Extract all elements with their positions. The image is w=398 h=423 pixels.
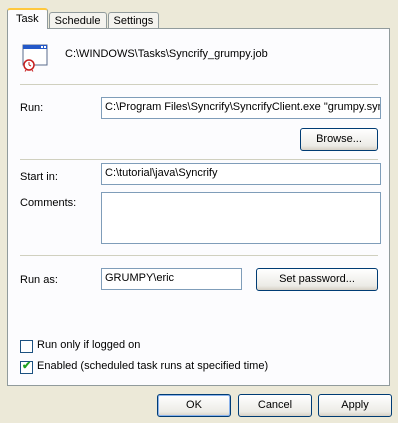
apply-button[interactable]: Apply	[318, 394, 392, 417]
start-in-input[interactable]: C:\tutorial\java\Syncrify	[101, 163, 381, 185]
tab-schedule[interactable]: Schedule	[48, 12, 107, 29]
tab-strip: Task Schedule Settings	[7, 8, 160, 29]
run-label: Run:	[20, 102, 44, 114]
cancel-button[interactable]: Cancel	[238, 394, 312, 417]
comments-label: Comments:	[20, 197, 77, 209]
ok-button[interactable]: OK	[157, 394, 231, 417]
browse-button[interactable]: Browse...	[300, 128, 378, 151]
job-file-path: C:\WINDOWS\Tasks\Syncrify_grumpy.job	[65, 48, 268, 60]
separator-top	[20, 84, 378, 85]
enabled-label: Enabled (scheduled task runs at specifie…	[37, 360, 269, 372]
comments-textarea[interactable]	[101, 192, 381, 244]
set-password-button[interactable]: Set password...	[256, 268, 378, 291]
start-in-label: Start in:	[20, 171, 58, 183]
run-as-input[interactable]: GRUMPY\eric	[101, 268, 242, 290]
separator-run	[20, 159, 378, 160]
task-panel: C:\WINDOWS\Tasks\Syncrify_grumpy.job Run…	[7, 28, 390, 386]
run-only-logged-on-checkbox[interactable]	[20, 340, 33, 353]
run-command-input[interactable]: C:\Program Files\Syncrify\SyncrifyClient…	[101, 97, 381, 119]
run-as-label: Run as:	[20, 274, 58, 286]
scheduled-task-icon	[22, 44, 48, 72]
run-only-logged-on-label: Run only if logged on	[37, 339, 141, 351]
tab-task[interactable]: Task	[7, 8, 48, 29]
tab-settings[interactable]: Settings	[107, 12, 160, 29]
enabled-checkbox[interactable]: ✔	[20, 360, 33, 374]
separator-comments	[20, 255, 378, 256]
checkmark-icon: ✔	[22, 360, 32, 372]
